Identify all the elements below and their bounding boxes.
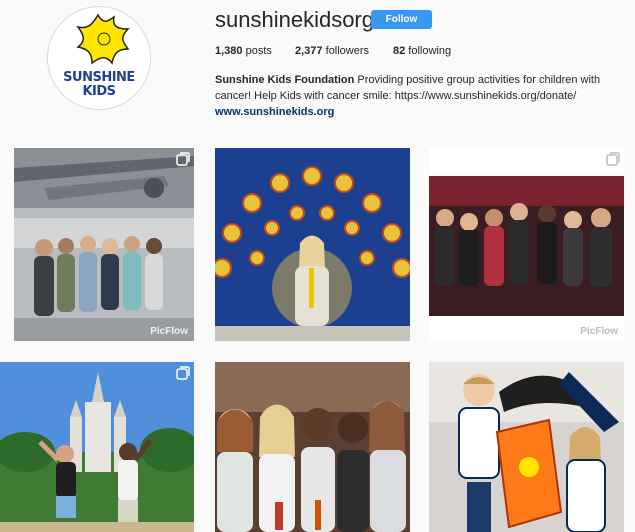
post-tile[interactable] — [429, 362, 624, 532]
post-photo-event-group — [429, 148, 624, 341]
multiple-photos-icon — [606, 152, 620, 166]
multiple-photos-icon — [176, 366, 190, 380]
post-tile[interactable] — [215, 148, 410, 341]
post-tile[interactable]: PicFlow — [14, 148, 194, 341]
post-tile[interactable] — [0, 362, 194, 532]
stat-following[interactable]: 82 following — [393, 45, 451, 57]
post-photo-texans-kids — [429, 362, 624, 532]
logo-text-sunshine: SUNSHINE — [63, 70, 135, 85]
profile-username: sunshinekidsorg — [215, 7, 374, 32]
profile-bio: Sunshine Kids Foundation Providing posit… — [215, 72, 625, 120]
posts-label: posts — [242, 45, 272, 57]
post-photo-museum-group — [14, 148, 194, 341]
multiple-photos-icon — [176, 152, 190, 166]
followers-count: 2,377 — [295, 45, 323, 57]
followers-label: followers — [322, 45, 369, 57]
stat-posts: 1,380 posts — [215, 45, 272, 57]
logo-text-kids: KIDS — [82, 84, 116, 99]
posts-count: 1,380 — [215, 45, 243, 57]
post-tile[interactable] — [215, 362, 410, 532]
post-photo-cathedral — [0, 362, 194, 532]
post-photo-group-selfie — [215, 362, 410, 532]
profile-avatar[interactable]: SUNSHINE KIDS — [47, 6, 151, 110]
following-count: 82 — [393, 45, 406, 57]
picflow-watermark: PicFlow — [580, 326, 618, 337]
picflow-watermark: PicFlow — [150, 326, 188, 337]
post-photo-peacock-mural — [215, 148, 410, 341]
post-tile[interactable]: PicFlow — [429, 148, 624, 341]
bio-name: Sunshine Kids Foundation — [215, 74, 355, 86]
following-label: following — [405, 45, 452, 57]
stat-followers[interactable]: 2,377 followers — [295, 45, 369, 57]
bio-website-link[interactable]: www.sunshinekids.org — [215, 104, 625, 120]
follow-button[interactable]: Follow — [371, 10, 432, 29]
